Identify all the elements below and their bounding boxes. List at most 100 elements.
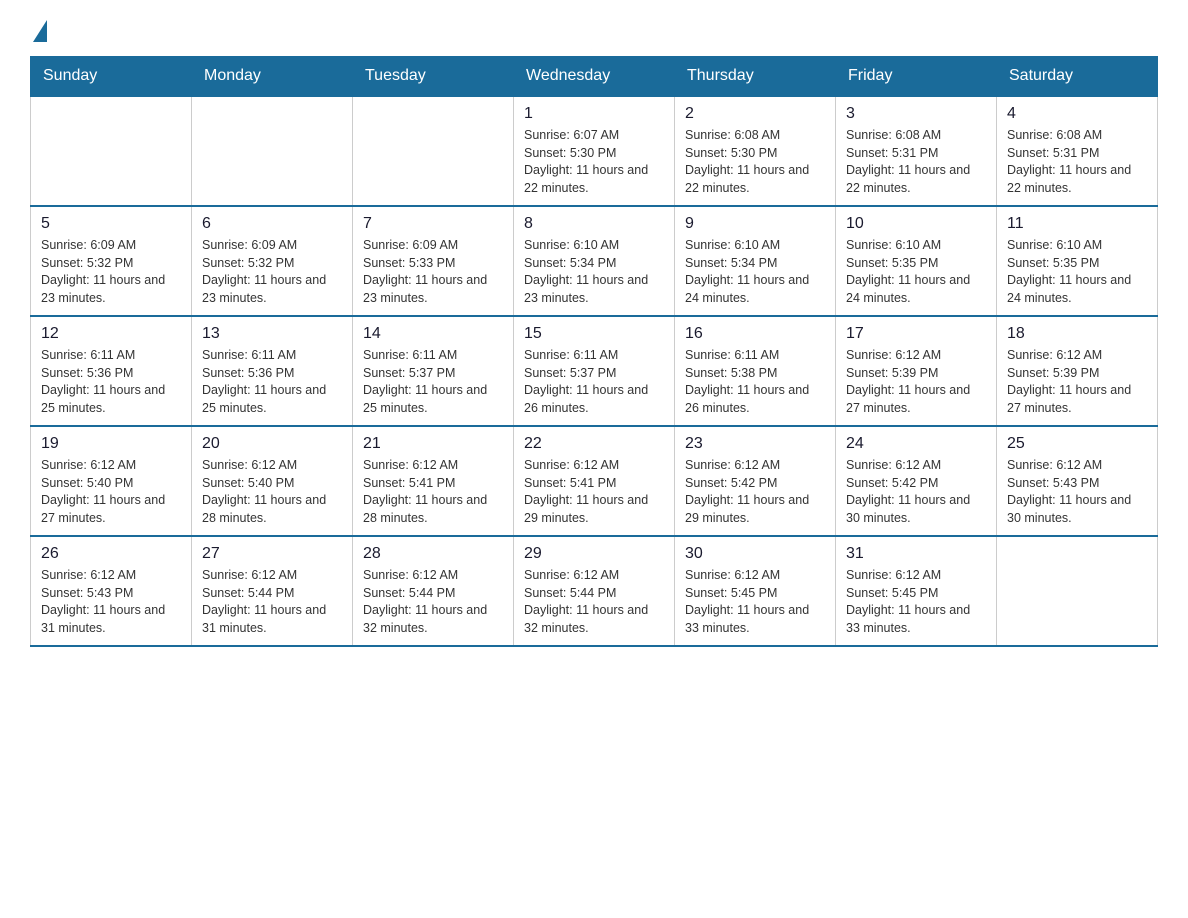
day-info: Sunrise: 6:10 AMSunset: 5:35 PMDaylight:… (1007, 238, 1131, 305)
calendar-cell: 21 Sunrise: 6:12 AMSunset: 5:41 PMDaylig… (353, 426, 514, 536)
calendar-table: SundayMondayTuesdayWednesdayThursdayFrid… (30, 56, 1158, 647)
calendar-cell: 6 Sunrise: 6:09 AMSunset: 5:32 PMDayligh… (192, 206, 353, 316)
calendar-cell: 20 Sunrise: 6:12 AMSunset: 5:40 PMDaylig… (192, 426, 353, 536)
calendar-cell: 30 Sunrise: 6:12 AMSunset: 5:45 PMDaylig… (675, 536, 836, 646)
day-info: Sunrise: 6:12 AMSunset: 5:41 PMDaylight:… (363, 458, 487, 525)
day-number: 3 (846, 105, 986, 123)
day-info: Sunrise: 6:11 AMSunset: 5:36 PMDaylight:… (202, 348, 326, 415)
day-number: 29 (524, 545, 664, 563)
day-info: Sunrise: 6:12 AMSunset: 5:42 PMDaylight:… (685, 458, 809, 525)
calendar-cell: 1 Sunrise: 6:07 AMSunset: 5:30 PMDayligh… (514, 96, 675, 206)
calendar-cell (31, 96, 192, 206)
calendar-cell: 24 Sunrise: 6:12 AMSunset: 5:42 PMDaylig… (836, 426, 997, 536)
logo (30, 20, 47, 36)
day-number: 27 (202, 545, 342, 563)
day-number: 4 (1007, 105, 1147, 123)
day-info: Sunrise: 6:12 AMSunset: 5:44 PMDaylight:… (363, 568, 487, 635)
day-info: Sunrise: 6:12 AMSunset: 5:42 PMDaylight:… (846, 458, 970, 525)
calendar-cell: 27 Sunrise: 6:12 AMSunset: 5:44 PMDaylig… (192, 536, 353, 646)
day-info: Sunrise: 6:11 AMSunset: 5:37 PMDaylight:… (524, 348, 648, 415)
day-info: Sunrise: 6:12 AMSunset: 5:45 PMDaylight:… (846, 568, 970, 635)
calendar-cell: 4 Sunrise: 6:08 AMSunset: 5:31 PMDayligh… (997, 96, 1158, 206)
day-info: Sunrise: 6:12 AMSunset: 5:39 PMDaylight:… (1007, 348, 1131, 415)
day-info: Sunrise: 6:10 AMSunset: 5:35 PMDaylight:… (846, 238, 970, 305)
day-number: 1 (524, 105, 664, 123)
day-number: 6 (202, 215, 342, 233)
calendar-cell: 12 Sunrise: 6:11 AMSunset: 5:36 PMDaylig… (31, 316, 192, 426)
day-number: 12 (41, 325, 181, 343)
day-number: 2 (685, 105, 825, 123)
calendar-cell: 10 Sunrise: 6:10 AMSunset: 5:35 PMDaylig… (836, 206, 997, 316)
calendar-cell: 9 Sunrise: 6:10 AMSunset: 5:34 PMDayligh… (675, 206, 836, 316)
day-number: 24 (846, 435, 986, 453)
day-info: Sunrise: 6:12 AMSunset: 5:40 PMDaylight:… (202, 458, 326, 525)
calendar-week-row: 19 Sunrise: 6:12 AMSunset: 5:40 PMDaylig… (31, 426, 1158, 536)
calendar-cell: 8 Sunrise: 6:10 AMSunset: 5:34 PMDayligh… (514, 206, 675, 316)
logo-triangle-icon (33, 20, 47, 42)
day-number: 8 (524, 215, 664, 233)
day-header-thursday: Thursday (675, 57, 836, 97)
day-number: 14 (363, 325, 503, 343)
calendar-cell: 23 Sunrise: 6:12 AMSunset: 5:42 PMDaylig… (675, 426, 836, 536)
day-number: 31 (846, 545, 986, 563)
calendar-week-row: 26 Sunrise: 6:12 AMSunset: 5:43 PMDaylig… (31, 536, 1158, 646)
calendar-cell: 29 Sunrise: 6:12 AMSunset: 5:44 PMDaylig… (514, 536, 675, 646)
day-number: 5 (41, 215, 181, 233)
day-info: Sunrise: 6:12 AMSunset: 5:43 PMDaylight:… (1007, 458, 1131, 525)
day-number: 7 (363, 215, 503, 233)
calendar-cell: 7 Sunrise: 6:09 AMSunset: 5:33 PMDayligh… (353, 206, 514, 316)
calendar-cell: 17 Sunrise: 6:12 AMSunset: 5:39 PMDaylig… (836, 316, 997, 426)
calendar-cell: 13 Sunrise: 6:11 AMSunset: 5:36 PMDaylig… (192, 316, 353, 426)
calendar-cell: 3 Sunrise: 6:08 AMSunset: 5:31 PMDayligh… (836, 96, 997, 206)
day-number: 21 (363, 435, 503, 453)
day-info: Sunrise: 6:09 AMSunset: 5:32 PMDaylight:… (202, 238, 326, 305)
day-number: 11 (1007, 215, 1147, 233)
calendar-cell: 14 Sunrise: 6:11 AMSunset: 5:37 PMDaylig… (353, 316, 514, 426)
calendar-cell: 11 Sunrise: 6:10 AMSunset: 5:35 PMDaylig… (997, 206, 1158, 316)
day-info: Sunrise: 6:12 AMSunset: 5:39 PMDaylight:… (846, 348, 970, 415)
day-number: 23 (685, 435, 825, 453)
day-number: 22 (524, 435, 664, 453)
day-info: Sunrise: 6:07 AMSunset: 5:30 PMDaylight:… (524, 128, 648, 195)
day-info: Sunrise: 6:08 AMSunset: 5:31 PMDaylight:… (1007, 128, 1131, 195)
day-header-tuesday: Tuesday (353, 57, 514, 97)
calendar-cell: 2 Sunrise: 6:08 AMSunset: 5:30 PMDayligh… (675, 96, 836, 206)
calendar-cell: 18 Sunrise: 6:12 AMSunset: 5:39 PMDaylig… (997, 316, 1158, 426)
day-header-friday: Friday (836, 57, 997, 97)
day-info: Sunrise: 6:11 AMSunset: 5:38 PMDaylight:… (685, 348, 809, 415)
day-info: Sunrise: 6:08 AMSunset: 5:30 PMDaylight:… (685, 128, 809, 195)
day-info: Sunrise: 6:12 AMSunset: 5:43 PMDaylight:… (41, 568, 165, 635)
day-info: Sunrise: 6:10 AMSunset: 5:34 PMDaylight:… (524, 238, 648, 305)
day-number: 28 (363, 545, 503, 563)
calendar-cell: 15 Sunrise: 6:11 AMSunset: 5:37 PMDaylig… (514, 316, 675, 426)
calendar-cell: 26 Sunrise: 6:12 AMSunset: 5:43 PMDaylig… (31, 536, 192, 646)
calendar-cell: 22 Sunrise: 6:12 AMSunset: 5:41 PMDaylig… (514, 426, 675, 536)
calendar-cell: 25 Sunrise: 6:12 AMSunset: 5:43 PMDaylig… (997, 426, 1158, 536)
calendar-week-row: 5 Sunrise: 6:09 AMSunset: 5:32 PMDayligh… (31, 206, 1158, 316)
calendar-week-row: 1 Sunrise: 6:07 AMSunset: 5:30 PMDayligh… (31, 96, 1158, 206)
page-header (30, 20, 1158, 36)
calendar-cell: 28 Sunrise: 6:12 AMSunset: 5:44 PMDaylig… (353, 536, 514, 646)
day-info: Sunrise: 6:12 AMSunset: 5:40 PMDaylight:… (41, 458, 165, 525)
day-info: Sunrise: 6:12 AMSunset: 5:44 PMDaylight:… (524, 568, 648, 635)
day-info: Sunrise: 6:09 AMSunset: 5:33 PMDaylight:… (363, 238, 487, 305)
day-info: Sunrise: 6:11 AMSunset: 5:36 PMDaylight:… (41, 348, 165, 415)
day-number: 19 (41, 435, 181, 453)
day-info: Sunrise: 6:10 AMSunset: 5:34 PMDaylight:… (685, 238, 809, 305)
day-info: Sunrise: 6:11 AMSunset: 5:37 PMDaylight:… (363, 348, 487, 415)
day-header-saturday: Saturday (997, 57, 1158, 97)
day-info: Sunrise: 6:08 AMSunset: 5:31 PMDaylight:… (846, 128, 970, 195)
day-number: 13 (202, 325, 342, 343)
day-header-wednesday: Wednesday (514, 57, 675, 97)
day-info: Sunrise: 6:09 AMSunset: 5:32 PMDaylight:… (41, 238, 165, 305)
day-number: 17 (846, 325, 986, 343)
calendar-cell (192, 96, 353, 206)
day-number: 25 (1007, 435, 1147, 453)
calendar-cell: 31 Sunrise: 6:12 AMSunset: 5:45 PMDaylig… (836, 536, 997, 646)
day-number: 26 (41, 545, 181, 563)
day-number: 9 (685, 215, 825, 233)
day-number: 20 (202, 435, 342, 453)
day-info: Sunrise: 6:12 AMSunset: 5:45 PMDaylight:… (685, 568, 809, 635)
day-info: Sunrise: 6:12 AMSunset: 5:44 PMDaylight:… (202, 568, 326, 635)
calendar-header-row: SundayMondayTuesdayWednesdayThursdayFrid… (31, 57, 1158, 97)
